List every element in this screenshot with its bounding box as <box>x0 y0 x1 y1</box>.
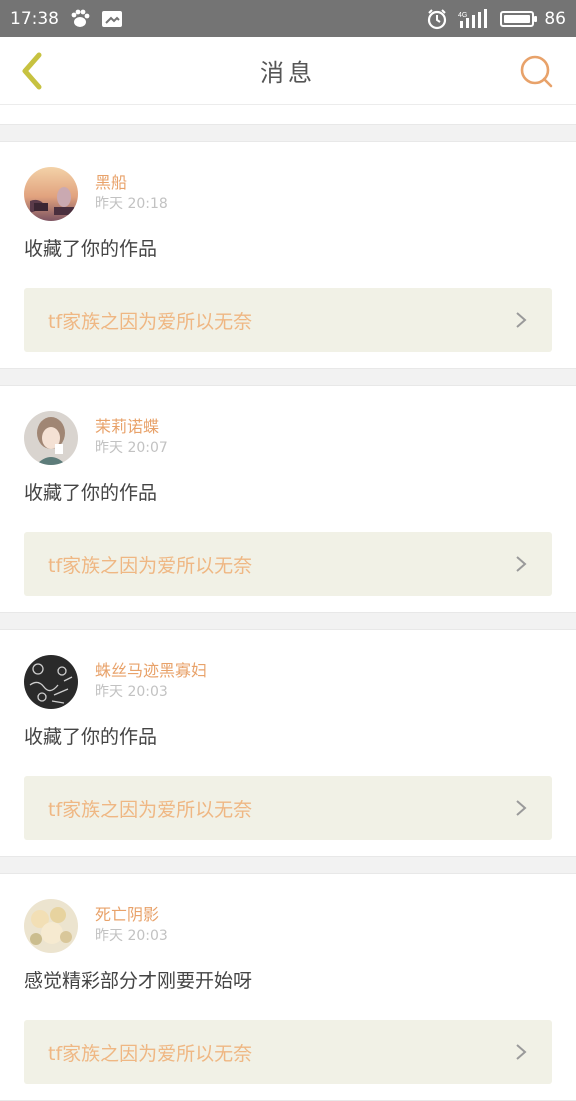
search-icon <box>520 55 553 88</box>
message-text: 感觉精彩部分才刚要开始呀 <box>24 970 253 992</box>
status-bar: 17:38 4G 86 <box>0 0 576 37</box>
timestamp: 昨天 20:18 <box>95 196 168 212</box>
work-link[interactable]: tf家族之因为爱所以无奈 <box>24 288 552 352</box>
work-link[interactable]: tf家族之因为爱所以无奈 <box>24 532 552 596</box>
status-time: 17:38 <box>10 8 59 29</box>
avatar[interactable] <box>24 899 78 953</box>
work-title: tf家族之因为爱所以无奈 <box>48 798 253 821</box>
page-title: 消息 <box>260 59 316 87</box>
work-title: tf家族之因为爱所以无奈 <box>48 554 253 577</box>
chevron-right-icon <box>516 312 527 328</box>
message-card: 死亡阴影 昨天 20:03 感觉精彩部分才刚要开始呀 tf家族之因为爱所以无奈 <box>0 873 576 1101</box>
search-button[interactable] <box>514 49 558 93</box>
username[interactable]: 茉莉诺蝶 <box>95 417 168 437</box>
message-list[interactable]: 黑船 昨天 20:18 收藏了你的作品 tf家族之因为爱所以无奈 茉莉诺蝶 昨天… <box>0 105 576 1101</box>
work-link[interactable]: tf家族之因为爱所以无奈 <box>24 776 552 840</box>
chevron-right-icon <box>516 800 527 816</box>
work-link[interactable]: tf家族之因为爱所以无奈 <box>24 1020 552 1084</box>
message-card: 茉莉诺蝶 昨天 20:07 收藏了你的作品 tf家族之因为爱所以无奈 <box>0 385 576 613</box>
avatar[interactable] <box>24 167 78 221</box>
alarm-icon <box>426 8 448 30</box>
message-card: 黑船 昨天 20:18 收藏了你的作品 tf家族之因为爱所以无奈 <box>0 141 576 369</box>
previous-card-stub <box>0 105 576 125</box>
svg-text:4G: 4G <box>458 12 467 19</box>
chevron-right-icon <box>516 1044 527 1060</box>
signal-icon: 4G <box>458 8 490 29</box>
app-header: 消息 <box>0 37 576 105</box>
timestamp: 昨天 20:03 <box>95 928 168 944</box>
username[interactable]: 黑船 <box>95 173 168 193</box>
work-title: tf家族之因为爱所以无奈 <box>48 1042 253 1065</box>
work-title: tf家族之因为爱所以无奈 <box>48 310 253 333</box>
message-card: 蛛丝马迹黑寡妇 昨天 20:03 收藏了你的作品 tf家族之因为爱所以无奈 <box>0 629 576 857</box>
message-text: 收藏了你的作品 <box>24 238 158 260</box>
timestamp: 昨天 20:07 <box>95 440 168 456</box>
avatar[interactable] <box>24 655 78 709</box>
back-button[interactable] <box>10 49 54 93</box>
chevron-right-icon <box>516 556 527 572</box>
username[interactable]: 蛛丝马迹黑寡妇 <box>95 661 207 681</box>
username[interactable]: 死亡阴影 <box>95 905 168 925</box>
battery-icon <box>500 10 538 27</box>
battery-level: 86 <box>544 8 566 29</box>
message-text: 收藏了你的作品 <box>24 726 158 748</box>
baidu-paw-icon <box>69 9 91 29</box>
avatar[interactable] <box>24 411 78 465</box>
chevron-left-icon <box>22 52 42 90</box>
image-icon <box>101 10 123 28</box>
message-text: 收藏了你的作品 <box>24 482 158 504</box>
timestamp: 昨天 20:03 <box>95 684 168 700</box>
